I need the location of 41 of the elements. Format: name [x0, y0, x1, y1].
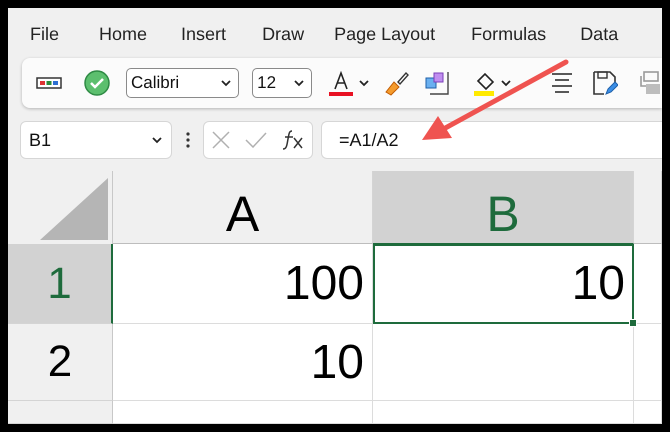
- menu-tab[interactable]: Data: [580, 24, 618, 44]
- caret-icon: [293, 79, 305, 87]
- table-cell[interactable]: [634, 244, 662, 324]
- table-cell[interactable]: [373, 401, 634, 424]
- table-cell[interactable]: 10: [373, 244, 634, 324]
- fill-handle[interactable]: [629, 319, 637, 327]
- color-swatches-icon[interactable]: [36, 77, 62, 89]
- row-header[interactable]: 2: [8, 324, 113, 401]
- caret-icon: [151, 136, 163, 144]
- check-circle-icon[interactable]: [84, 70, 110, 96]
- select-all-triangle-icon[interactable]: [40, 178, 108, 240]
- name-box[interactable]: B1: [20, 121, 172, 159]
- table-cell[interactable]: 100: [113, 244, 373, 324]
- cancel-icon[interactable]: [212, 131, 230, 149]
- table-cell[interactable]: [373, 324, 634, 401]
- table-cell[interactable]: [634, 401, 662, 424]
- caret-icon: [500, 79, 512, 87]
- column-header[interactable]: B: [373, 171, 634, 244]
- menu-tab[interactable]: Formulas: [471, 24, 546, 44]
- font-color-icon[interactable]: [328, 70, 354, 96]
- menu-tab[interactable]: File: [30, 24, 60, 44]
- font-name-dropdown[interactable]: Calibri: [126, 68, 240, 98]
- paintbrush-icon[interactable]: [384, 70, 410, 96]
- menu-tab[interactable]: Draw: [262, 24, 304, 44]
- check-icon[interactable]: [244, 132, 267, 148]
- save-edit-icon[interactable]: [592, 70, 618, 96]
- table-cell[interactable]: [113, 401, 373, 424]
- align-lines-icon[interactable]: [550, 72, 574, 94]
- formula-field[interactable]: =A1/A2: [321, 121, 662, 159]
- font-size-dropdown[interactable]: 12: [252, 68, 312, 98]
- menu-tab[interactable]: Page Layout: [334, 24, 436, 44]
- vertical-dots-icon: [186, 132, 190, 148]
- table-cell[interactable]: [634, 324, 662, 401]
- row-header[interactable]: 1: [8, 244, 113, 324]
- menu-tab[interactable]: Insert: [181, 24, 226, 44]
- table-cell[interactable]: 10: [113, 324, 373, 401]
- column-header[interactable]: A: [113, 171, 373, 244]
- caret-icon: [220, 79, 232, 87]
- function-icon[interactable]: [282, 130, 304, 150]
- caret-icon: [358, 79, 370, 87]
- menu-tab[interactable]: Home: [99, 24, 148, 44]
